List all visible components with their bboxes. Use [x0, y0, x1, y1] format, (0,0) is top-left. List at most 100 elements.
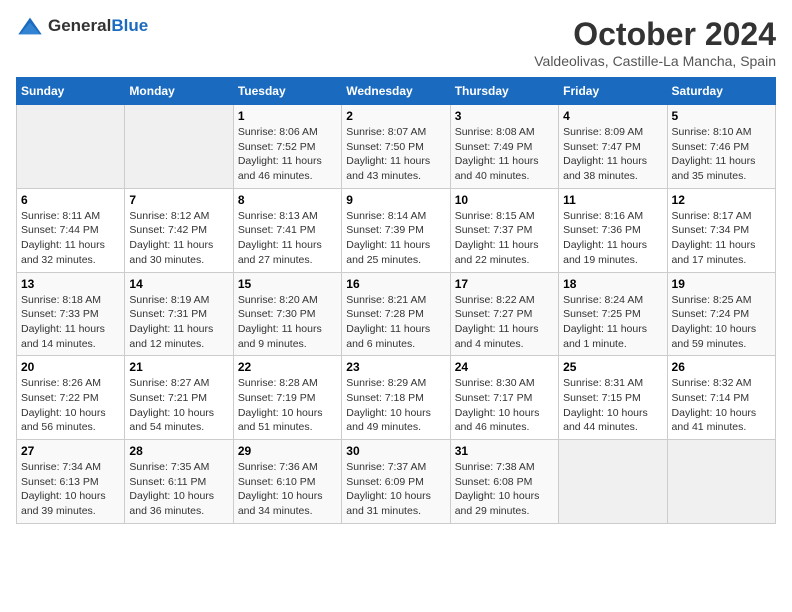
- logo: GeneralBlue: [16, 16, 148, 36]
- day-number: 3: [455, 109, 554, 123]
- month-title: October 2024: [534, 16, 776, 53]
- calendar-cell: 14Sunrise: 8:19 AM Sunset: 7:31 PM Dayli…: [125, 272, 233, 356]
- day-number: 25: [563, 360, 662, 374]
- weekday-header-cell: Thursday: [450, 78, 558, 105]
- weekday-header-cell: Friday: [559, 78, 667, 105]
- calendar-cell: 2Sunrise: 8:07 AM Sunset: 7:50 PM Daylig…: [342, 105, 450, 189]
- weekday-header-cell: Tuesday: [233, 78, 341, 105]
- day-number: 11: [563, 193, 662, 207]
- weekday-header-cell: Monday: [125, 78, 233, 105]
- calendar-cell: 27 Sunrise: 7:34 AM Sunset: 6:13 PM Dayli…: [17, 440, 125, 524]
- day-info: Sunrise: 7:37 AM Sunset: 6:09 PM Dayligh…: [346, 460, 445, 519]
- day-info: Sunrise: 8:11 AM Sunset: 7:44 PM Dayligh…: [21, 209, 120, 268]
- calendar-cell: 23 Sunrise: 8:29 AM Sunset: 7:18 PM Dayli…: [342, 356, 450, 440]
- day-info: Sunrise: 8:31 AM Sunset: 7:15 PM Dayligh…: [563, 376, 662, 435]
- day-number: 29: [238, 444, 337, 458]
- title-area: October 2024 Valdeolivas, Castille-La Ma…: [534, 16, 776, 69]
- calendar-cell: [17, 105, 125, 189]
- day-info: Sunrise: 7:35 AM Sunset: 6:11 PM Dayligh…: [129, 460, 228, 519]
- day-info: Sunrise: 8:12 AM Sunset: 7:42 PM Dayligh…: [129, 209, 228, 268]
- calendar-cell: 8 Sunrise: 8:13 AM Sunset: 7:41 PM Daylig…: [233, 188, 341, 272]
- day-number: 30: [346, 444, 445, 458]
- calendar-cell: 20 Sunrise: 8:26 AM Sunset: 7:22 PM Dayli…: [17, 356, 125, 440]
- calendar-table: SundayMondayTuesdayWednesdayThursdayFrid…: [16, 77, 776, 524]
- weekday-header-cell: Sunday: [17, 78, 125, 105]
- calendar-cell: 28 Sunrise: 7:35 AM Sunset: 6:11 PM Dayli…: [125, 440, 233, 524]
- calendar-cell: 1 Sunrise: 8:06 AM Sunset: 7:52 PM Daylig…: [233, 105, 341, 189]
- calendar-cell: 21 Sunrise: 8:27 AM Sunset: 7:21 PM Dayli…: [125, 356, 233, 440]
- day-number: 23: [346, 360, 445, 374]
- day-number: 14: [129, 277, 228, 291]
- day-number: 6: [21, 193, 120, 207]
- calendar-week-row: 20 Sunrise: 8:26 AM Sunset: 7:22 PM Dayli…: [17, 356, 776, 440]
- day-info: Sunrise: 8:29 AM Sunset: 7:18 PM Dayligh…: [346, 376, 445, 435]
- calendar-cell: [125, 105, 233, 189]
- day-number: 7: [129, 193, 228, 207]
- day-info: Sunrise: 8:09 AM Sunset: 7:47 PM Dayligh…: [563, 125, 662, 184]
- day-info: Sunrise: 8:21 AM Sunset: 7:28 PM Dayligh…: [346, 293, 445, 352]
- logo-general-text: General: [48, 16, 111, 35]
- day-number: 8: [238, 193, 337, 207]
- calendar-cell: 10Sunrise: 8:15 AM Sunset: 7:37 PM Dayli…: [450, 188, 558, 272]
- calendar-week-row: 6 Sunrise: 8:11 AM Sunset: 7:44 PM Daylig…: [17, 188, 776, 272]
- calendar-body: 1 Sunrise: 8:06 AM Sunset: 7:52 PM Daylig…: [17, 105, 776, 524]
- day-number: 27: [21, 444, 120, 458]
- day-number: 28: [129, 444, 228, 458]
- day-number: 31: [455, 444, 554, 458]
- day-number: 1: [238, 109, 337, 123]
- calendar-cell: 6 Sunrise: 8:11 AM Sunset: 7:44 PM Daylig…: [17, 188, 125, 272]
- calendar-week-row: 1 Sunrise: 8:06 AM Sunset: 7:52 PM Daylig…: [17, 105, 776, 189]
- day-info: Sunrise: 8:27 AM Sunset: 7:21 PM Dayligh…: [129, 376, 228, 435]
- day-number: 5: [672, 109, 771, 123]
- day-info: Sunrise: 8:32 AM Sunset: 7:14 PM Dayligh…: [672, 376, 771, 435]
- calendar-cell: 3Sunrise: 8:08 AM Sunset: 7:49 PM Daylig…: [450, 105, 558, 189]
- weekday-header-row: SundayMondayTuesdayWednesdayThursdayFrid…: [17, 78, 776, 105]
- calendar-cell: 7 Sunrise: 8:12 AM Sunset: 7:42 PM Daylig…: [125, 188, 233, 272]
- calendar-cell: 13Sunrise: 8:18 AM Sunset: 7:33 PM Dayli…: [17, 272, 125, 356]
- day-info: Sunrise: 7:34 AM Sunset: 6:13 PM Dayligh…: [21, 460, 120, 519]
- calendar-cell: 29 Sunrise: 7:36 AM Sunset: 6:10 PM Dayli…: [233, 440, 341, 524]
- day-info: Sunrise: 8:28 AM Sunset: 7:19 PM Dayligh…: [238, 376, 337, 435]
- calendar-cell: 5Sunrise: 8:10 AM Sunset: 7:46 PM Daylig…: [667, 105, 775, 189]
- day-info: Sunrise: 8:20 AM Sunset: 7:30 PM Dayligh…: [238, 293, 337, 352]
- day-number: 22: [238, 360, 337, 374]
- day-info: Sunrise: 7:36 AM Sunset: 6:10 PM Dayligh…: [238, 460, 337, 519]
- calendar-cell: 26Sunrise: 8:32 AM Sunset: 7:14 PM Dayli…: [667, 356, 775, 440]
- day-number: 10: [455, 193, 554, 207]
- day-number: 9: [346, 193, 445, 207]
- day-info: Sunrise: 8:07 AM Sunset: 7:50 PM Dayligh…: [346, 125, 445, 184]
- calendar-cell: 12 Sunrise: 8:17 AM Sunset: 7:34 PM Dayli…: [667, 188, 775, 272]
- calendar-cell: 19 Sunrise: 8:25 AM Sunset: 7:24 PM Dayli…: [667, 272, 775, 356]
- calendar-cell: 16Sunrise: 8:21 AM Sunset: 7:28 PM Dayli…: [342, 272, 450, 356]
- day-number: 20: [21, 360, 120, 374]
- calendar-cell: 18Sunrise: 8:24 AM Sunset: 7:25 PM Dayli…: [559, 272, 667, 356]
- day-number: 12: [672, 193, 771, 207]
- day-info: Sunrise: 8:18 AM Sunset: 7:33 PM Dayligh…: [21, 293, 120, 352]
- day-info: Sunrise: 8:06 AM Sunset: 7:52 PM Dayligh…: [238, 125, 337, 184]
- day-info: Sunrise: 8:17 AM Sunset: 7:34 PM Dayligh…: [672, 209, 771, 268]
- calendar-cell: [667, 440, 775, 524]
- calendar-cell: 25 Sunrise: 8:31 AM Sunset: 7:15 PM Dayli…: [559, 356, 667, 440]
- day-number: 19: [672, 277, 771, 291]
- day-number: 17: [455, 277, 554, 291]
- calendar-cell: 24Sunrise: 8:30 AM Sunset: 7:17 PM Dayli…: [450, 356, 558, 440]
- day-info: Sunrise: 8:16 AM Sunset: 7:36 PM Dayligh…: [563, 209, 662, 268]
- calendar-week-row: 13Sunrise: 8:18 AM Sunset: 7:33 PM Dayli…: [17, 272, 776, 356]
- day-info: Sunrise: 8:25 AM Sunset: 7:24 PM Dayligh…: [672, 293, 771, 352]
- day-number: 15: [238, 277, 337, 291]
- day-number: 21: [129, 360, 228, 374]
- weekday-header-cell: Saturday: [667, 78, 775, 105]
- weekday-header-cell: Wednesday: [342, 78, 450, 105]
- day-info: Sunrise: 8:24 AM Sunset: 7:25 PM Dayligh…: [563, 293, 662, 352]
- logo-icon: [16, 16, 44, 36]
- calendar-cell: 31Sunrise: 7:38 AM Sunset: 6:08 PM Dayli…: [450, 440, 558, 524]
- day-info: Sunrise: 8:30 AM Sunset: 7:17 PM Dayligh…: [455, 376, 554, 435]
- calendar-cell: 11 Sunrise: 8:16 AM Sunset: 7:36 PM Dayli…: [559, 188, 667, 272]
- calendar-cell: 15 Sunrise: 8:20 AM Sunset: 7:30 PM Dayli…: [233, 272, 341, 356]
- calendar-cell: [559, 440, 667, 524]
- calendar-cell: 9Sunrise: 8:14 AM Sunset: 7:39 PM Daylig…: [342, 188, 450, 272]
- day-info: Sunrise: 8:13 AM Sunset: 7:41 PM Dayligh…: [238, 209, 337, 268]
- day-info: Sunrise: 8:26 AM Sunset: 7:22 PM Dayligh…: [21, 376, 120, 435]
- logo-blue-text: Blue: [111, 16, 148, 35]
- calendar-cell: 22 Sunrise: 8:28 AM Sunset: 7:19 PM Dayli…: [233, 356, 341, 440]
